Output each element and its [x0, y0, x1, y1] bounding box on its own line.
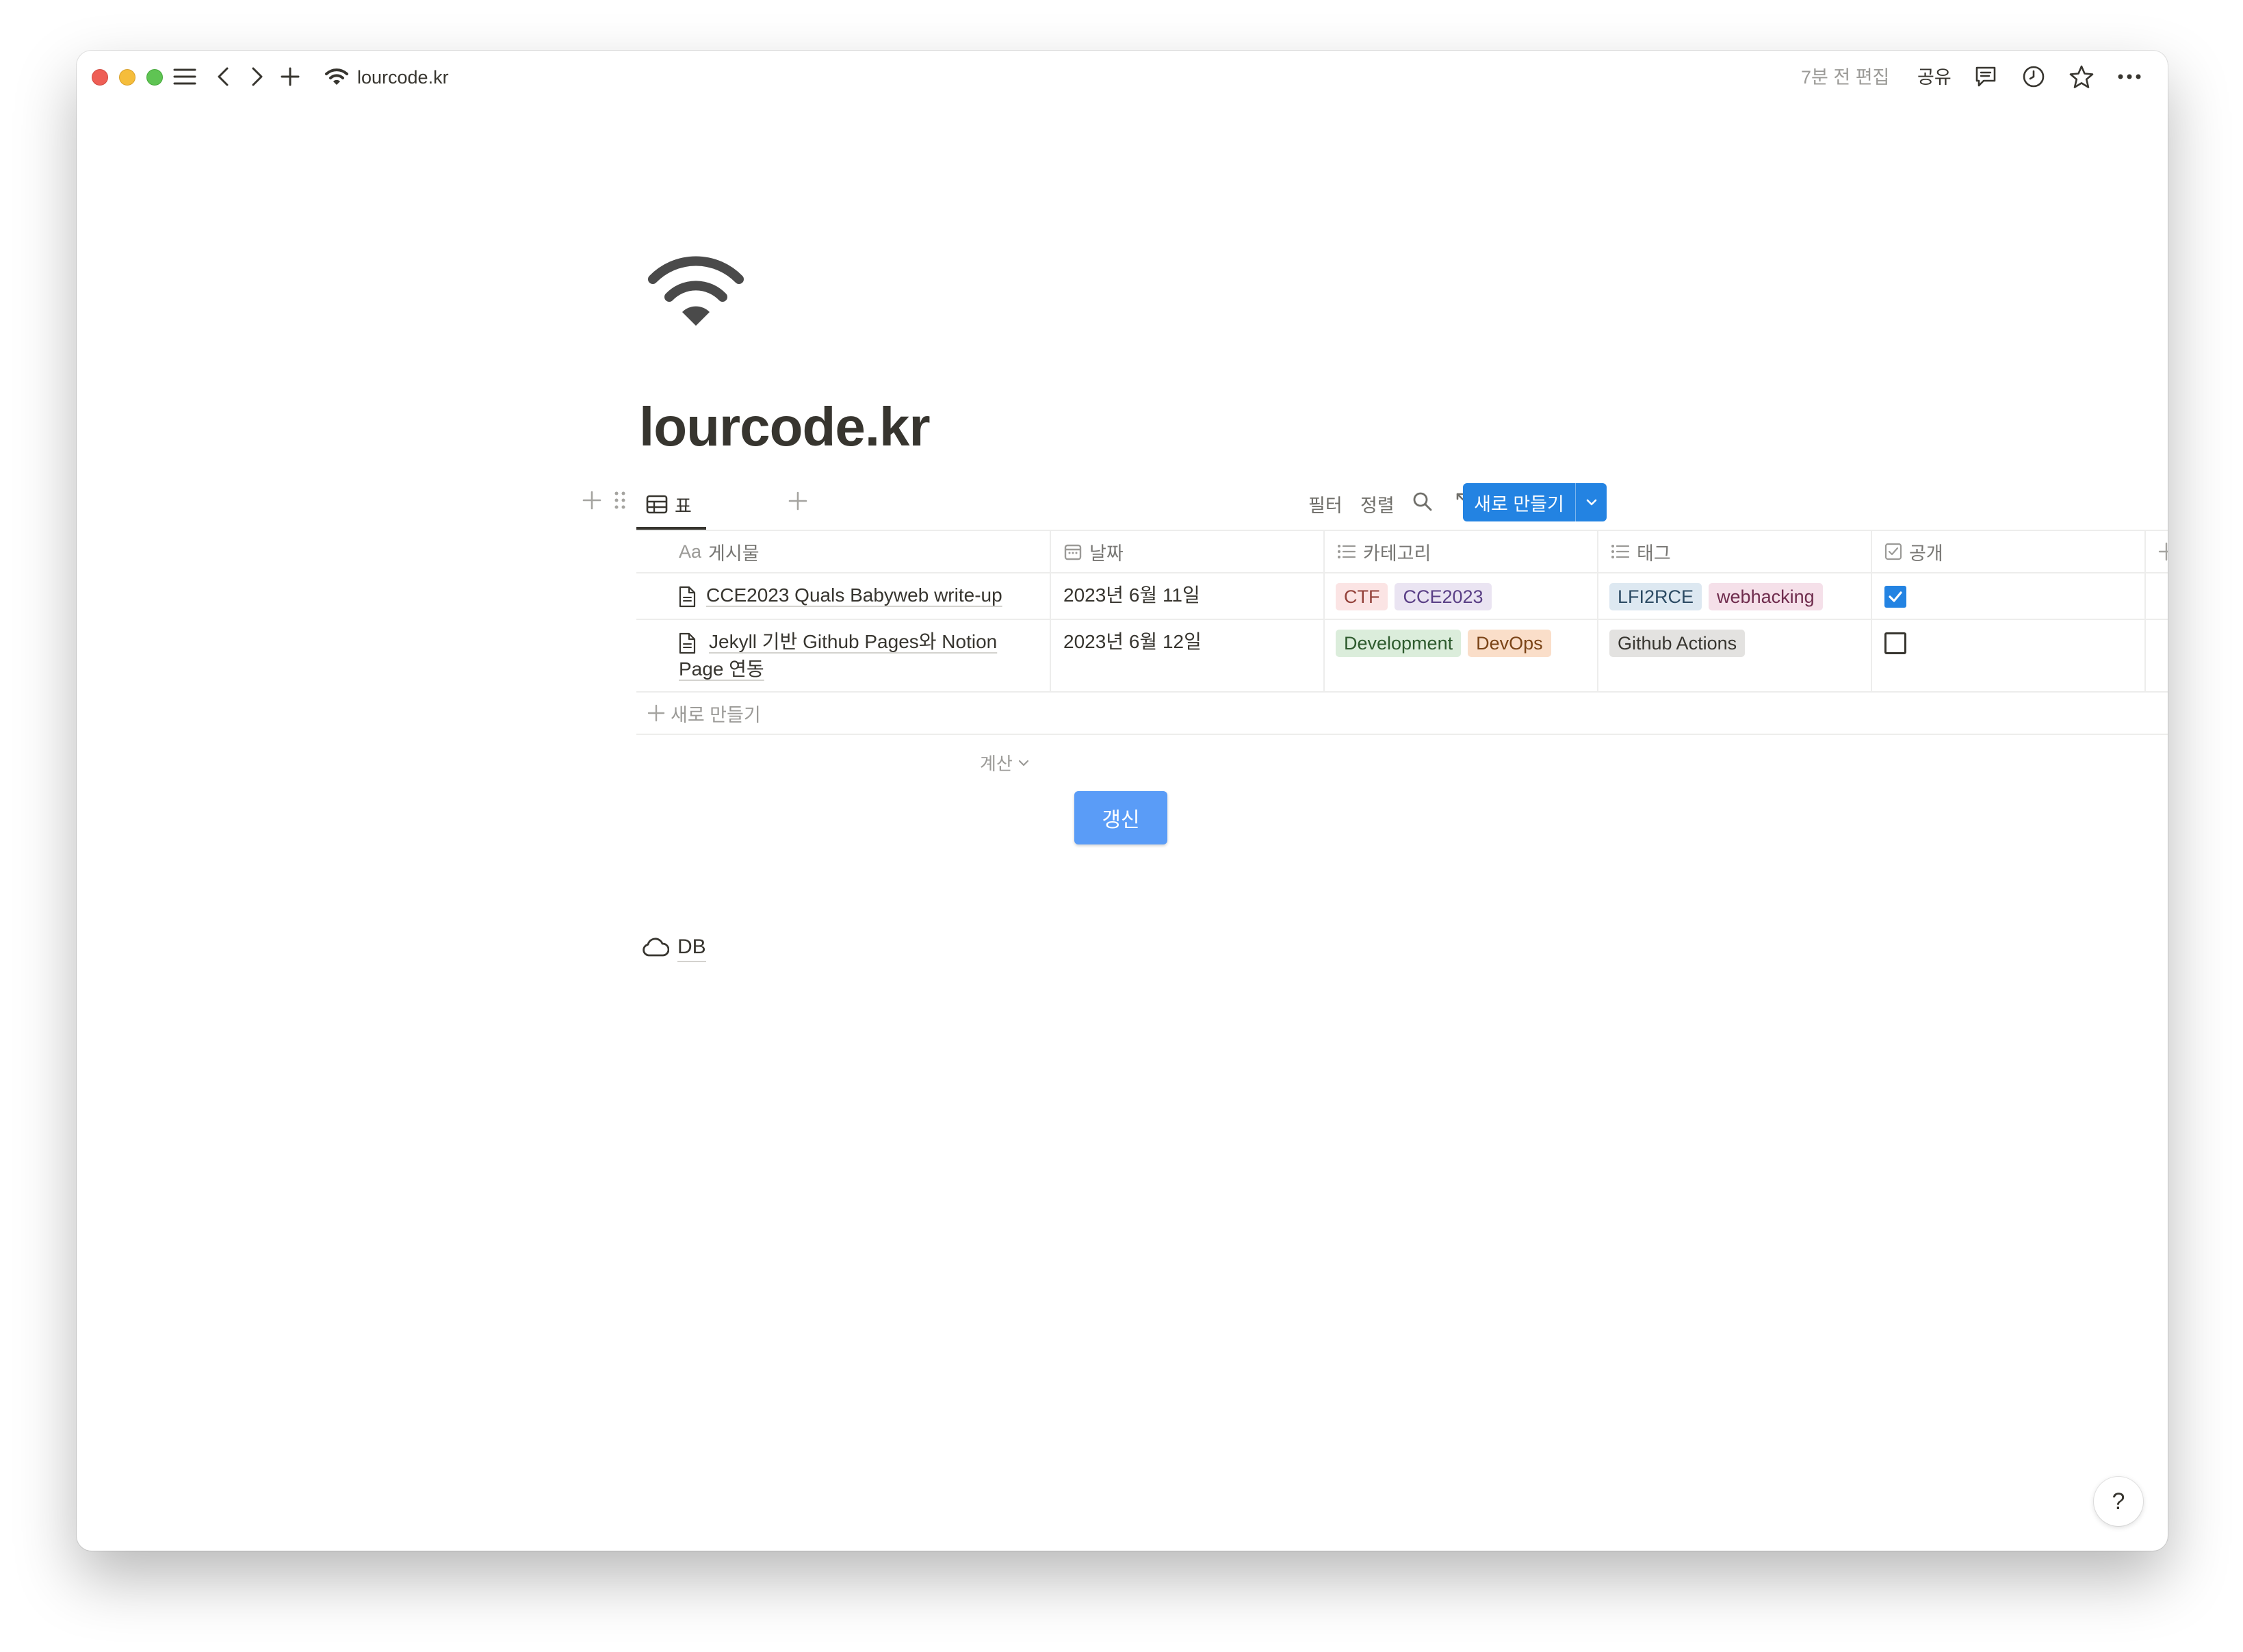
category-tag: DevOps — [1468, 630, 1551, 657]
more-options-icon[interactable] — [2116, 63, 2143, 90]
row-date: 2023년 6월 12일 — [1063, 631, 1202, 652]
sort-button[interactable]: 정렬 — [1360, 490, 1395, 517]
titlebar: lourcode.kr 7분 전 편집 공유 — [77, 51, 2168, 101]
filter-button[interactable]: 필터 — [1308, 490, 1343, 517]
add-block-plus-icon[interactable] — [582, 490, 602, 511]
db-page-link[interactable]: DB — [642, 933, 706, 962]
chevron-down-icon[interactable] — [1575, 483, 1607, 521]
add-property-plus-icon[interactable] — [2158, 542, 2168, 565]
tag-badge: webhacking — [1709, 583, 1823, 610]
wifi-icon — [323, 63, 350, 90]
public-cell — [1872, 573, 2146, 619]
public-cell — [1872, 620, 2146, 691]
calculate-dropdown[interactable]: 계산 — [980, 750, 1029, 775]
database-view-bar: 표 필터 정렬 — [77, 483, 2168, 527]
breadcrumb-page-title[interactable]: lourcode.kr — [357, 64, 449, 90]
cloud-icon — [642, 938, 669, 958]
close-window-button[interactable] — [92, 69, 108, 86]
refresh-button[interactable]: 갱신 — [1074, 791, 1167, 844]
zoom-window-button[interactable] — [146, 69, 163, 86]
public-checkbox-unchecked[interactable] — [1884, 632, 1906, 654]
column-header-title[interactable]: Aa 게시물 — [636, 531, 1051, 572]
sidebar-menu-icon[interactable] — [171, 63, 198, 90]
tag-badge: Github Actions — [1609, 630, 1746, 657]
new-entry-button-label: 새로 만들기 — [1474, 493, 1564, 515]
chevron-down-icon — [1018, 759, 1029, 767]
public-checkbox-checked[interactable] — [1884, 586, 1906, 608]
row-date: 2023년 6월 11일 — [1063, 584, 1200, 606]
column-label: 태그 — [1637, 543, 1671, 564]
title-cell[interactable]: CCE2023 Quals Babyweb write-up — [636, 573, 1051, 619]
plus-icon — [647, 704, 665, 722]
table-row[interactable]: Jekyll 기반 Github Pages와 Notion Page 연동 2… — [636, 620, 2168, 693]
add-view-plus-icon[interactable] — [788, 491, 807, 511]
table-view-icon — [646, 495, 668, 514]
app-window: lourcode.kr 7분 전 편집 공유 lourcode.kr 표 필터 … — [77, 51, 2168, 1551]
comments-icon[interactable] — [1972, 63, 1999, 90]
column-label: 날짜 — [1089, 543, 1124, 564]
page-icon-wifi[interactable] — [645, 249, 747, 331]
column-label: 공개 — [1909, 543, 1943, 564]
tab-table-label: 표 — [675, 495, 692, 517]
list-icon — [1337, 543, 1356, 560]
text-type-icon: Aa — [679, 541, 702, 562]
checkbox-icon — [1884, 543, 1902, 560]
column-header-date[interactable]: 날짜 — [1051, 531, 1325, 572]
row-title[interactable]: CCE2023 Quals Babyweb write-up — [676, 582, 1037, 609]
help-button[interactable]: ? — [2094, 1477, 2143, 1526]
category-tag: CCE2023 — [1395, 583, 1492, 610]
list-icon — [1611, 543, 1630, 560]
row-title[interactable]: Jekyll 기반 Github Pages와 Notion Page 연동 — [679, 628, 1029, 683]
drag-handle-icon[interactable] — [613, 490, 627, 511]
column-header-tags[interactable]: 태그 — [1598, 531, 1872, 572]
category-cell[interactable]: CTF CCE2023 — [1325, 573, 1598, 619]
table-header-row: Aa 게시물 날짜 카테고리 태그 공개 — [636, 530, 2168, 573]
back-arrow-icon[interactable] — [209, 63, 237, 90]
date-cell[interactable]: 2023년 6월 11일 — [1051, 573, 1325, 619]
new-page-plus-icon[interactable] — [276, 63, 304, 90]
updates-clock-icon[interactable] — [2020, 63, 2047, 90]
calendar-icon — [1063, 542, 1082, 561]
db-link-label: DB — [677, 933, 706, 962]
tags-cell[interactable]: LFI2RCE webhacking — [1598, 573, 1872, 619]
forward-arrow-icon[interactable] — [244, 63, 271, 90]
add-row-button[interactable]: 새로 만들기 — [636, 693, 2168, 735]
tag-badge: LFI2RCE — [1609, 583, 1702, 610]
search-icon[interactable] — [1412, 491, 1433, 512]
last-edited-text[interactable]: 7분 전 편집 — [1801, 64, 1889, 90]
column-header-category[interactable]: 카테고리 — [1325, 531, 1598, 572]
column-label: 게시물 — [708, 543, 760, 564]
category-tag: CTF — [1336, 583, 1388, 610]
calculate-label: 계산 — [980, 753, 1013, 774]
tags-cell[interactable]: Github Actions — [1598, 620, 1872, 691]
minimize-window-button[interactable] — [119, 69, 135, 86]
date-cell[interactable]: 2023년 6월 12일 — [1051, 620, 1325, 691]
page-title[interactable]: lourcode.kr — [639, 393, 931, 461]
tab-table-view[interactable]: 표 — [646, 487, 692, 521]
category-tag: Development — [1336, 630, 1462, 657]
column-header-public[interactable]: 공개 — [1872, 531, 2146, 572]
favorite-star-icon[interactable] — [2068, 63, 2095, 90]
category-cell[interactable]: Development DevOps — [1325, 620, 1598, 691]
column-label: 카테고리 — [1363, 543, 1431, 564]
share-button[interactable]: 공유 — [1917, 64, 1952, 90]
title-cell[interactable]: Jekyll 기반 Github Pages와 Notion Page 연동 — [636, 620, 1051, 691]
add-row-label: 새로 만들기 — [671, 704, 761, 725]
new-entry-button[interactable]: 새로 만들기 — [1463, 483, 1607, 521]
table-row[interactable]: CCE2023 Quals Babyweb write-up 2023년 6월 … — [636, 573, 2168, 620]
